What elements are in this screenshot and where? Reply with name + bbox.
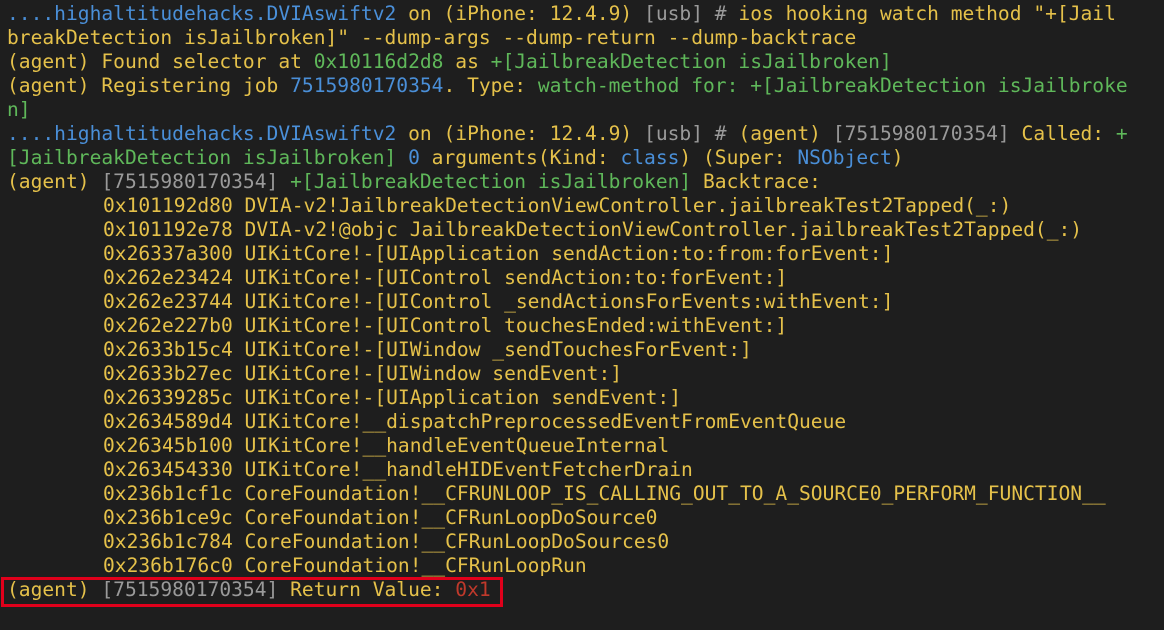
backtrace-frame: 0x262e23424 UIKitCore!-[UIControl sendAc…	[103, 266, 788, 289]
register-job-line-wrap: n]	[7, 98, 31, 121]
backtrace-frame: 0x262e23744 UIKitCore!-[UIControl _sendA…	[103, 290, 894, 313]
terminal-output: ....highaltitudehacks.DVIAswiftv2 on (iP…	[0, 0, 1164, 607]
prompt-device: (iPhone: 12.4.9)	[443, 2, 633, 25]
backtrace-frame: 0x236b1c784 CoreFoundation!__CFRunLoopDo…	[103, 530, 670, 553]
prompt-path: ....highaltitudehacks.DVIAswiftv2	[7, 2, 397, 25]
backtrace-frame: 0x2633b27ec UIKitCore!-[UIWindow sendEve…	[103, 362, 623, 385]
selector-address: 0x10116d2d8	[313, 50, 444, 73]
backtrace-frame: 0x2633b15c4 UIKitCore!-[UIWindow _sendTo…	[103, 338, 752, 361]
register-job-line: (agent) Registering job 7515980170354. T…	[7, 74, 1128, 97]
backtrace-frame: 0x101192e78 DVIA-v2!@objc JailbreakDetec…	[103, 218, 1083, 241]
job-type: watch-method for: +[JailbreakDetection i…	[537, 74, 1128, 97]
selector-name: +[JailbreakDetection isJailbroken]	[490, 50, 892, 73]
backtrace-frame: 0x236b1ce9c CoreFoundation!__CFRunLoopDo…	[103, 506, 658, 529]
called-line-wrap: [JailbreakDetection isJailbroken] 0 argu…	[7, 146, 904, 169]
command-line-2: breakDetection isJailbroken]" --dump-arg…	[7, 26, 857, 49]
command-line-1: ....highaltitudehacks.DVIAswiftv2 on (iP…	[7, 2, 1116, 25]
backtrace-frame: 0x26337a300 UIKitCore!-[UIApplication se…	[103, 242, 894, 265]
backtrace-frame: 0x236b176c0 CoreFoundation!__CFRunLoopRu…	[103, 554, 587, 577]
called-line: ....highaltitudehacks.DVIAswiftv2 on (iP…	[7, 122, 1128, 145]
job-id: 7515980170354	[290, 74, 444, 97]
backtrace-frame: 0x101192d80 DVIA-v2!JailbreakDetectionVi…	[103, 194, 1012, 217]
backtrace-frame: 0x26345b100 UIKitCore!__handleEventQueue…	[103, 434, 670, 457]
backtrace-frame: 0x26339285c UIKitCore!-[UIApplication se…	[103, 386, 682, 409]
highlight-box	[1, 577, 503, 607]
prompt-connection: [usb]	[632, 2, 704, 25]
backtrace-header: (agent) [7515980170354] +[JailbreakDetec…	[7, 170, 821, 193]
command-text: ios hooking watch method "+[Jail	[738, 2, 1116, 25]
backtrace-frame: 0x263454330 UIKitCore!__handleHIDEventFe…	[103, 458, 693, 481]
backtrace-frame: 0x236b1cf1c CoreFoundation!__CFRUNLOOP_I…	[103, 482, 1106, 505]
backtrace-frame: 0x262e227b0 UIKitCore!-[UIControl touche…	[103, 314, 788, 337]
found-selector-line: (agent) Found selector at 0x10116d2d8 as…	[7, 50, 892, 73]
backtrace-frame: 0x2634589d4 UIKitCore!__dispatchPreproce…	[103, 410, 847, 433]
